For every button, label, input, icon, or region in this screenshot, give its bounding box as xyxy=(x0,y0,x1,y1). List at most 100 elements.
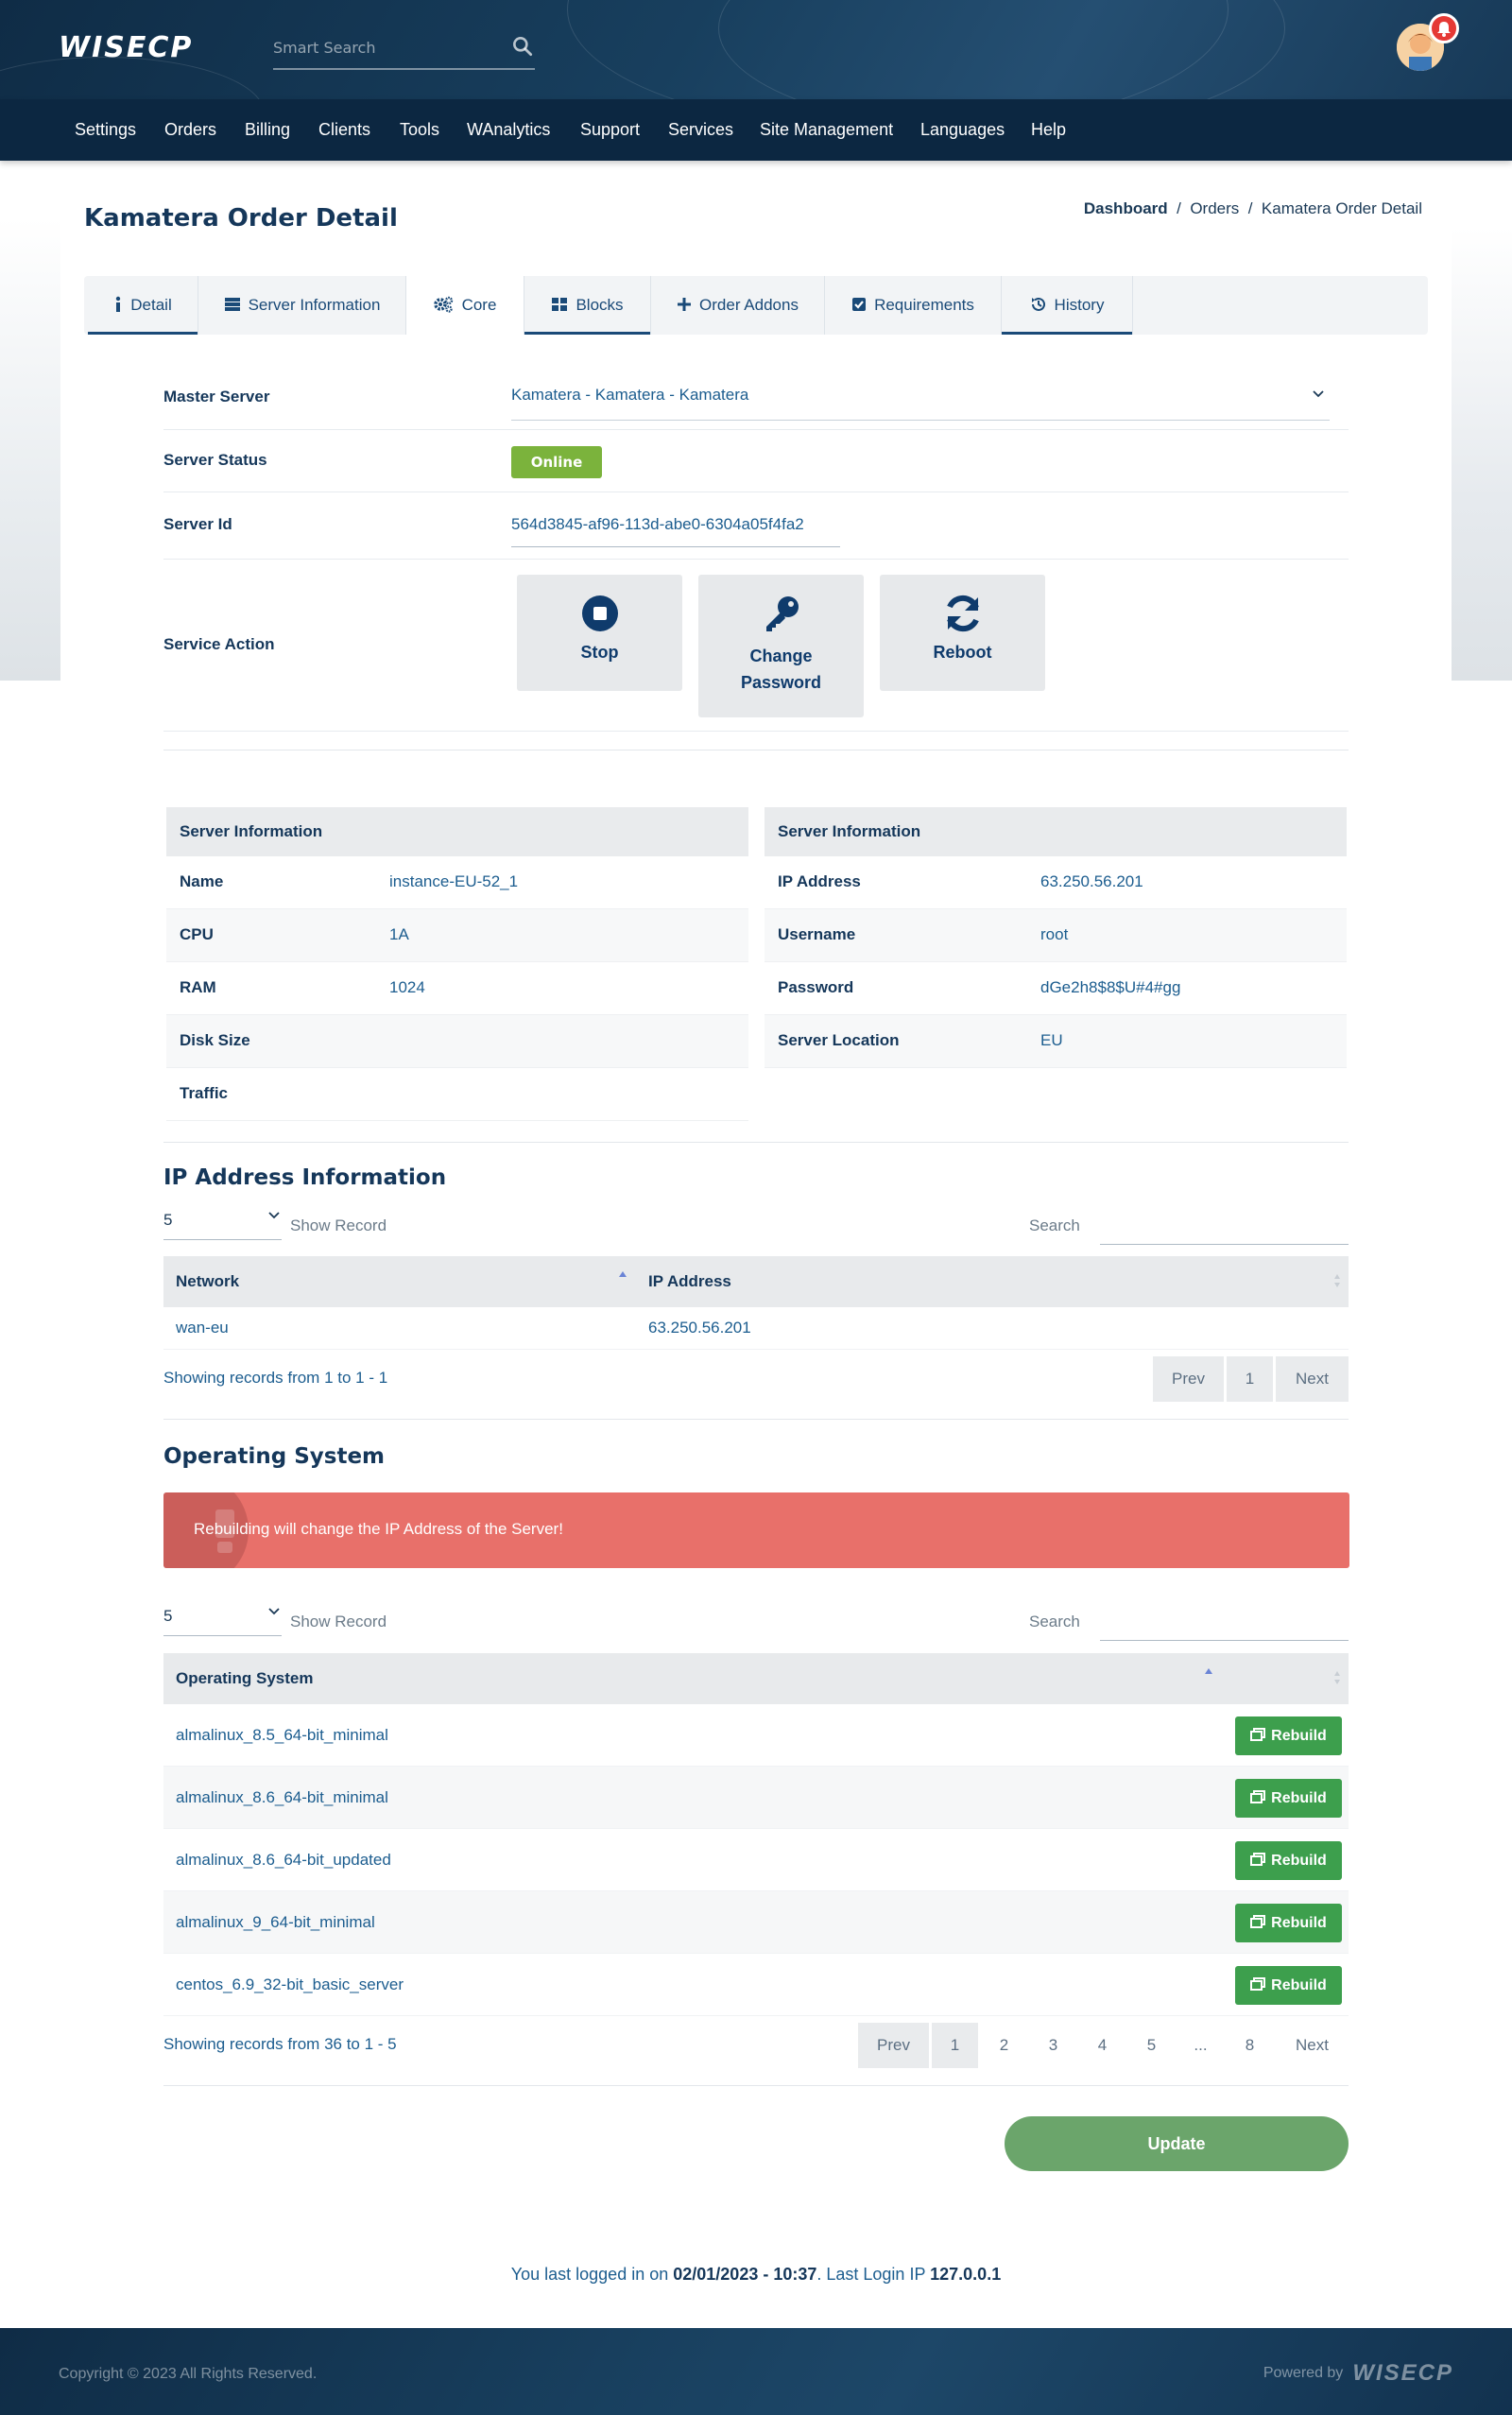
prev-page-button[interactable]: Prev xyxy=(1153,1356,1224,1402)
breadcrumb-dashboard[interactable]: Dashboard xyxy=(1084,199,1168,217)
column-header-operating-system[interactable]: Operating System xyxy=(176,1669,314,1688)
nav-item-services[interactable]: Services xyxy=(668,99,733,161)
tab-server-information[interactable]: Server Information xyxy=(198,276,406,335)
page-button-current[interactable]: 1 xyxy=(932,2023,978,2068)
rebuild-button[interactable]: Rebuild xyxy=(1235,1779,1342,1818)
os-name-cell: almalinux_9_64-bit_minimal xyxy=(176,1913,375,1931)
sort-asc-icon[interactable] xyxy=(1204,1667,1213,1675)
key-icon xyxy=(765,596,799,631)
nav-item-site-management[interactable]: Site Management xyxy=(760,99,893,161)
sort-asc-icon[interactable] xyxy=(618,1270,627,1278)
os-table-header: Operating System xyxy=(163,1653,1349,1704)
nav-item-support[interactable]: Support xyxy=(580,99,640,161)
nav-item-languages[interactable]: Languages xyxy=(920,99,1005,161)
os-search-input[interactable] xyxy=(1100,1607,1349,1641)
table-row: almalinux_9_64-bit_minimal Rebuild xyxy=(163,1891,1349,1954)
page-button[interactable]: 2 xyxy=(981,2023,1027,2068)
tab-requirements[interactable]: Requirements xyxy=(825,276,1002,335)
tab-core[interactable]: Core xyxy=(406,276,524,335)
nav-item-settings[interactable]: Settings xyxy=(75,99,136,161)
nav-item-tools[interactable]: Tools xyxy=(400,99,439,161)
page-title: Kamatera Order Detail xyxy=(84,204,398,233)
main-navigation: Settings Orders Billing Clients Tools WA… xyxy=(0,99,1512,161)
ip-search-input[interactable] xyxy=(1100,1211,1349,1245)
last-login-info: You last logged in on 02/01/2023 - 10:37… xyxy=(0,2265,1512,2285)
sort-icon[interactable] xyxy=(1333,1669,1341,1686)
server-id-field[interactable]: 564d3845-af96-113d-abe0-6304a05f4fa2 xyxy=(511,492,840,547)
background-decoration xyxy=(0,217,60,681)
page-length-value: 5 xyxy=(163,1211,173,1229)
rebuild-label: Rebuild xyxy=(1271,1728,1327,1744)
last-login-prefix: You last logged in on xyxy=(510,2265,674,2284)
search-icon[interactable] xyxy=(510,34,535,59)
show-record-label: Show Record xyxy=(290,1216,387,1234)
sort-icon[interactable] xyxy=(1333,1272,1341,1289)
card-value: root xyxy=(1040,925,1069,943)
server-id-value: 564d3845-af96-113d-abe0-6304a05f4fa2 xyxy=(511,515,804,533)
change-password-button[interactable]: Change Password xyxy=(698,575,864,717)
tab-bar: Detail Server Information Core Blocks Or… xyxy=(84,276,1428,335)
card-row-server-location: Server Location EU xyxy=(765,1015,1347,1068)
network-cell: wan-eu xyxy=(176,1319,229,1337)
card-key: Traffic xyxy=(180,1084,229,1102)
update-button[interactable]: Update xyxy=(1005,2116,1349,2171)
notification-bell-icon[interactable] xyxy=(1429,13,1459,43)
table-row: centos_6.9_32-bit_basic_server Rebuild xyxy=(163,1954,1349,2016)
card-row-traffic: Traffic xyxy=(166,1068,748,1121)
smart-search-input[interactable] xyxy=(273,28,500,66)
server-status-label: Server Status xyxy=(163,451,267,469)
powered-by-logo[interactable]: WISECP xyxy=(1352,2360,1453,2386)
tab-blocks-label: Blocks xyxy=(576,296,624,314)
ip-table-header: Network IP Address xyxy=(163,1256,1349,1307)
reboot-button[interactable]: Reboot xyxy=(880,575,1045,691)
rebuild-icon xyxy=(1250,1790,1266,1804)
master-server-select[interactable]: Kamatera - Kamatera - Kamatera xyxy=(511,366,1330,421)
next-page-button[interactable]: Next xyxy=(1276,1356,1349,1402)
ip-table-info: Showing records from 1 to 1 - 1 xyxy=(163,1369,388,1387)
column-header-network[interactable]: Network xyxy=(176,1272,239,1291)
server-info-card-right: Server Information IP Address 63.250.56.2… xyxy=(765,807,1347,1068)
rebuild-button[interactable]: Rebuild xyxy=(1235,1904,1342,1942)
breadcrumb-separator: / xyxy=(1172,199,1191,217)
stop-button[interactable]: Stop xyxy=(517,575,682,691)
page-button[interactable]: 5 xyxy=(1128,2023,1175,2068)
rebuild-icon xyxy=(1250,1915,1266,1929)
tab-history-label: History xyxy=(1054,296,1105,314)
nav-item-clients[interactable]: Clients xyxy=(318,99,370,161)
ip-page-length-select[interactable]: 5 xyxy=(163,1206,282,1240)
rebuild-button[interactable]: Rebuild xyxy=(1235,1716,1342,1755)
card-row-ip-address: IP Address 63.250.56.201 xyxy=(765,856,1347,909)
tab-detail[interactable]: Detail xyxy=(88,276,198,335)
nav-item-orders[interactable]: Orders xyxy=(164,99,216,161)
rebuild-button[interactable]: Rebuild xyxy=(1235,1966,1342,2005)
server-id-row: Server Id 564d3845-af96-113d-abe0-6304a0… xyxy=(163,492,1349,560)
tab-requirements-label: Requirements xyxy=(874,296,974,314)
chevron-down-icon xyxy=(268,1608,280,1615)
tab-order-addons[interactable]: Order Addons xyxy=(651,276,825,335)
prev-page-button[interactable]: Prev xyxy=(858,2023,929,2068)
stop-label: Stop xyxy=(580,643,619,662)
tab-underline xyxy=(524,332,650,335)
page-button[interactable]: 1 xyxy=(1227,1356,1273,1402)
rebuild-button[interactable]: Rebuild xyxy=(1235,1841,1342,1880)
master-server-value: Kamatera - Kamatera - Kamatera xyxy=(511,386,749,404)
tab-history[interactable]: History xyxy=(1002,276,1133,335)
card-row-ram: RAM 1024 xyxy=(166,962,748,1015)
wisecp-logo[interactable]: WISECP xyxy=(59,31,193,64)
column-header-ip-address[interactable]: IP Address xyxy=(648,1272,731,1291)
os-table-info: Showing records from 36 to 1 - 5 xyxy=(163,2035,397,2053)
tab-blocks[interactable]: Blocks xyxy=(524,276,651,335)
page-button[interactable]: 3 xyxy=(1030,2023,1076,2068)
history-icon xyxy=(1031,298,1045,311)
os-page-length-select[interactable]: 5 xyxy=(163,1602,282,1636)
section-divider xyxy=(163,2085,1349,2086)
nav-item-help[interactable]: Help xyxy=(1031,99,1066,161)
page-button[interactable]: 8 xyxy=(1227,2023,1273,2068)
nav-item-billing[interactable]: Billing xyxy=(245,99,290,161)
page-button[interactable]: 4 xyxy=(1079,2023,1125,2068)
next-page-button[interactable]: Next xyxy=(1276,2023,1349,2068)
copyright-text: Copyright © 2023 All Rights Reserved. xyxy=(59,2366,318,2382)
breadcrumb-orders[interactable]: Orders xyxy=(1190,199,1239,217)
nav-item-wanalytics[interactable]: WAnalytics xyxy=(467,99,550,161)
card-key: Password xyxy=(778,978,854,996)
